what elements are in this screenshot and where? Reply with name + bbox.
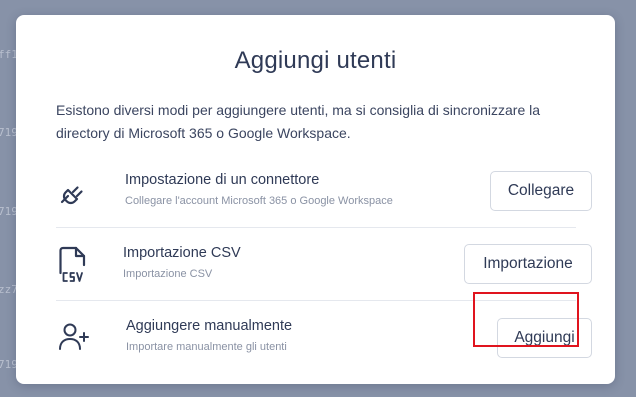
plug-icon	[56, 175, 92, 211]
import-button[interactable]: Importazione	[464, 244, 592, 284]
option-subtitle: Collegare l'account Microsoft 365 o Goog…	[125, 195, 393, 207]
csv-file-icon	[56, 245, 92, 282]
option-title: Importazione CSV	[123, 245, 241, 261]
highlight-box	[473, 292, 579, 347]
option-title: Impostazione di un connettore	[125, 172, 320, 188]
modal-title: Aggiungi utenti	[234, 47, 397, 74]
modal-description: Esistono diversi modi per aggiungere ute…	[56, 102, 541, 141]
connect-button[interactable]: Collegare	[490, 171, 592, 211]
option-title: Aggiungere manualmente	[126, 318, 293, 334]
option-subtitle: Importazione CSV	[123, 268, 213, 280]
add-user-icon	[56, 319, 92, 355]
option-subtitle: Importare manualmente gli utenti	[126, 341, 287, 353]
option-csv-import: Importazione CSV Importazione CSV Import…	[56, 228, 592, 301]
option-connector: Impostazione di un connettore Collegare …	[56, 155, 592, 228]
